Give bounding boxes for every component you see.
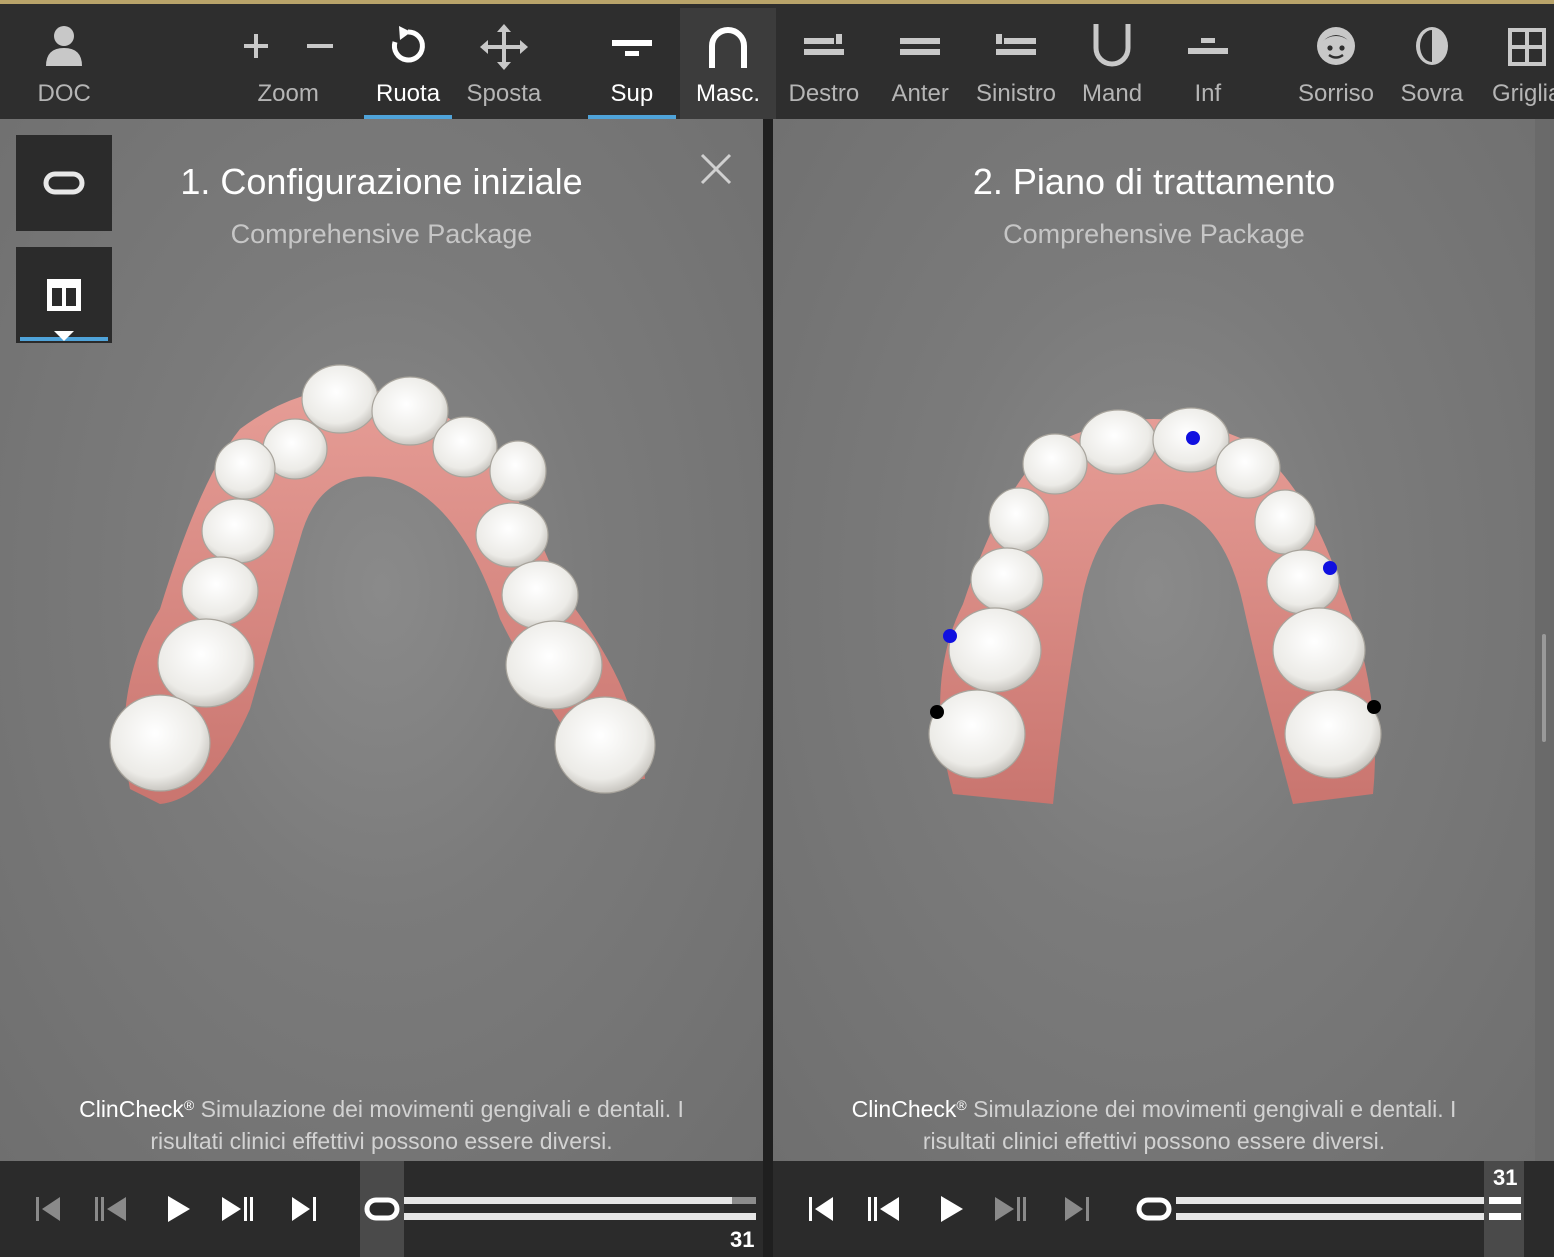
stage-number: 31 bbox=[1493, 1165, 1518, 1190]
brand-name: ClinCheck bbox=[79, 1096, 184, 1122]
marker-point bbox=[1323, 561, 1337, 575]
stage-track-end bbox=[732, 1197, 756, 1204]
upper-arch-button[interactable]: Sup bbox=[588, 8, 676, 119]
panel-divider[interactable] bbox=[763, 119, 773, 1257]
registered-mark: ® bbox=[956, 1097, 967, 1113]
front-view-label: Anter bbox=[891, 80, 949, 107]
stage-slider-start-handle[interactable] bbox=[1136, 1197, 1172, 1221]
right-view-icon bbox=[804, 34, 844, 55]
next-stage-icon[interactable] bbox=[993, 1191, 1029, 1227]
doc-button[interactable]: DOC bbox=[20, 8, 108, 119]
disclaimer-line-1: Simulazione dei movimenti gengivali e de… bbox=[966, 1096, 1457, 1122]
next-stage-icon[interactable] bbox=[220, 1191, 256, 1227]
stage-slider-handle[interactable] bbox=[364, 1197, 400, 1221]
scrollbar-thumb[interactable] bbox=[1542, 634, 1546, 742]
stage-player-left: 31 bbox=[0, 1161, 763, 1257]
treatment-dental-arch[interactable] bbox=[923, 404, 1393, 814]
smile-button[interactable]: Sorriso bbox=[1290, 8, 1382, 119]
layout-toggle-button[interactable] bbox=[16, 247, 112, 343]
brand-name: ClinCheck bbox=[851, 1096, 957, 1122]
smile-label: Sorriso bbox=[1298, 80, 1375, 107]
mask-label: Masc. bbox=[696, 80, 761, 107]
disclaimer-line-2: risultati clinici effettivi possono esse… bbox=[150, 1128, 613, 1154]
disclaimer-text: ClinCheck® Simulazione dei movimenti gen… bbox=[803, 1089, 1505, 1157]
disclaimer-text: ClinCheck® Simulazione dei movimenti gen… bbox=[30, 1089, 733, 1157]
stage-end-handle-bottom[interactable] bbox=[1489, 1213, 1521, 1220]
stage-number: 31 bbox=[730, 1227, 755, 1252]
mandible-label: Mand bbox=[1082, 80, 1143, 107]
person-icon bbox=[46, 26, 82, 66]
move-arrows-icon bbox=[480, 24, 528, 70]
previous-stage-icon[interactable] bbox=[92, 1191, 128, 1227]
panel-title: 1. Configurazione iniziale bbox=[180, 161, 583, 202]
marker-point bbox=[930, 705, 944, 719]
grid-icon bbox=[1508, 28, 1546, 66]
previous-stage-icon[interactable] bbox=[865, 1191, 901, 1227]
overlay-icon bbox=[1416, 27, 1448, 65]
panel-title: 2. Piano di trattamento bbox=[972, 161, 1336, 202]
marker-point bbox=[943, 629, 957, 643]
face-icon bbox=[1317, 27, 1355, 65]
grid-label: Griglia bbox=[1492, 80, 1554, 107]
treatment-plan-panel[interactable]: 2. Piano di trattamento Comprehensive Pa… bbox=[773, 119, 1535, 1161]
registered-mark: ® bbox=[183, 1097, 195, 1113]
last-stage-icon[interactable] bbox=[1059, 1191, 1095, 1227]
right-view-button[interactable]: Destro bbox=[782, 8, 866, 119]
move-button[interactable]: Sposta bbox=[460, 8, 548, 119]
zoom-label: Zoom bbox=[257, 80, 319, 107]
stage-track-lower[interactable] bbox=[404, 1213, 756, 1220]
overlay-button[interactable]: Sovra bbox=[1390, 8, 1474, 119]
panel-subtitle: Comprehensive Package bbox=[1003, 219, 1305, 249]
upper-arch-icon bbox=[612, 40, 652, 56]
initial-setup-panel[interactable]: 1. Configurazione iniziale Comprehensive… bbox=[0, 119, 763, 1161]
rotate-label: Ruota bbox=[376, 80, 441, 107]
grid-button[interactable]: Griglia bbox=[1486, 8, 1554, 119]
play-icon[interactable] bbox=[160, 1191, 196, 1227]
caret-down-icon bbox=[54, 331, 74, 341]
last-stage-icon[interactable] bbox=[286, 1191, 322, 1227]
front-view-icon bbox=[900, 38, 940, 55]
minus-icon bbox=[307, 44, 333, 48]
first-stage-icon[interactable] bbox=[803, 1191, 839, 1227]
rotate-icon bbox=[391, 26, 425, 63]
stage-player-right: 31 bbox=[773, 1161, 1554, 1257]
panel-subtitle: Comprehensive Package bbox=[230, 219, 533, 249]
disclaimer-line-1: Simulazione dei movimenti gengivali e de… bbox=[194, 1096, 684, 1122]
stage-track-upper[interactable] bbox=[404, 1197, 732, 1204]
first-stage-icon[interactable] bbox=[30, 1191, 66, 1227]
marker-point bbox=[1186, 431, 1200, 445]
lower-view-icon bbox=[1188, 38, 1228, 54]
doc-label: DOC bbox=[37, 80, 91, 107]
left-view-label: Sinistro bbox=[976, 80, 1057, 107]
plus-icon bbox=[244, 34, 268, 58]
lower-arch-label: Inf bbox=[1194, 80, 1222, 107]
lower-arch-button[interactable]: Inf bbox=[1166, 8, 1250, 119]
stage-track-lower[interactable] bbox=[1176, 1213, 1484, 1220]
lower-arch-icon bbox=[1093, 24, 1131, 67]
tooth bbox=[109, 364, 656, 794]
mask-button[interactable]: Masc. bbox=[680, 8, 776, 119]
left-view-icon bbox=[996, 34, 1036, 55]
upper-arch-label: Sup bbox=[610, 80, 654, 107]
rotate-button[interactable]: Ruota bbox=[364, 8, 452, 119]
mandible-button[interactable]: Mand bbox=[1070, 8, 1154, 119]
left-view-button[interactable]: Sinistro bbox=[968, 8, 1064, 119]
close-icon[interactable] bbox=[696, 149, 736, 189]
play-icon[interactable] bbox=[933, 1191, 969, 1227]
stage-end-handle-top[interactable] bbox=[1489, 1197, 1521, 1204]
overlay-label: Sovra bbox=[1400, 80, 1464, 107]
disclaimer-line-2: risultati clinici effettivi possono esse… bbox=[922, 1128, 1386, 1154]
marker-point bbox=[1367, 700, 1381, 714]
vertical-scrollbar[interactable] bbox=[1535, 119, 1554, 1161]
split-view-icon bbox=[47, 279, 81, 311]
move-label: Sposta bbox=[466, 80, 542, 107]
front-view-button[interactable]: Anter bbox=[878, 8, 962, 119]
right-view-label: Destro bbox=[788, 80, 860, 107]
initial-dental-arch[interactable] bbox=[100, 359, 670, 819]
arch-cap-icon bbox=[709, 27, 747, 68]
toolbar: DOC Zoom Ruota Sposta Sup Masc. Destro A… bbox=[0, 0, 1554, 119]
stage-track-upper[interactable] bbox=[1176, 1197, 1484, 1204]
